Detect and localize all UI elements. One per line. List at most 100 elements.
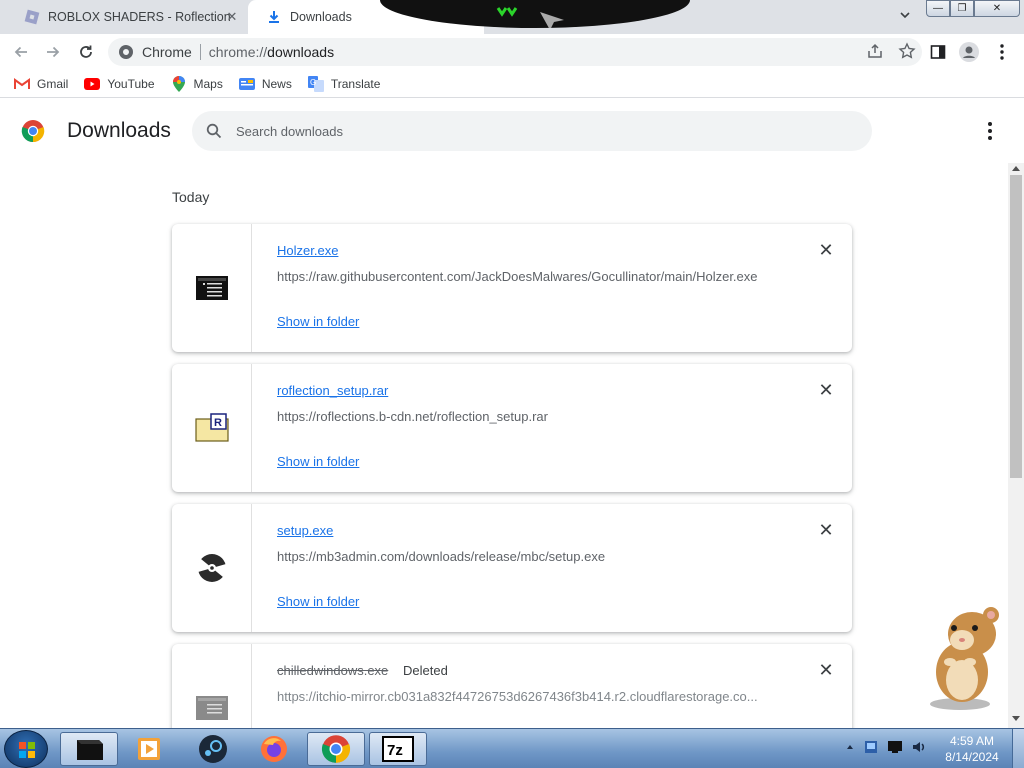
chrome-site-icon: [119, 45, 133, 59]
side-panel-icon[interactable]: [928, 42, 948, 62]
translate-icon: G: [307, 75, 324, 92]
scroll-thumb[interactable]: [1010, 175, 1022, 478]
roblox-favicon-icon: [24, 9, 40, 25]
source-url[interactable]: https://roflections.b-cdn.net/roflection…: [277, 409, 548, 424]
taskbar-firefox-app[interactable]: [245, 732, 303, 766]
downloads-list: Today Holzer.exe https://raw.githubuserc…: [0, 163, 1008, 728]
address-bar[interactable]: Chrome chrome://downloads: [108, 38, 922, 66]
back-button[interactable]: [8, 39, 34, 65]
bookmark-label: Maps: [193, 76, 223, 91]
news-icon: [238, 76, 255, 92]
taskbar-7zip-app[interactable]: 7z: [369, 732, 427, 766]
source-url[interactable]: https://raw.githubusercontent.com/JackDo…: [277, 269, 758, 284]
gmail-icon: [14, 76, 30, 92]
search-downloads-box[interactable]: [192, 111, 872, 151]
clock-time: 4:59 AM: [949, 734, 995, 748]
download-item: setup.exe https://mb3admin.com/downloads…: [172, 504, 852, 632]
green-eyes-graphic: [496, 7, 564, 30]
bookmark-news[interactable]: News: [238, 76, 292, 92]
chrome-menu-icon[interactable]: [992, 42, 1012, 62]
terminal-app-icon: [77, 740, 103, 760]
share-icon[interactable]: [866, 42, 884, 60]
page-title: Downloads: [67, 119, 171, 142]
bookmark-youtube[interactable]: YouTube: [84, 76, 155, 92]
tab-search-chevron-icon[interactable]: [896, 8, 914, 26]
tab-roblox-shaders[interactable]: ROBLOX SHADERS - Roflection ✕: [6, 0, 246, 34]
url-prefix: chrome://: [208, 44, 268, 60]
maps-icon: [171, 75, 187, 92]
clock-date: 8/14/2024: [945, 750, 999, 764]
tab-strip: ROBLOX SHADERS - Roflection ✕ Downloads …: [0, 0, 1024, 34]
page-scrollbar[interactable]: [1008, 163, 1024, 728]
download-icon: [269, 11, 279, 23]
show-in-folder-link[interactable]: Show in folder: [277, 594, 359, 609]
file-name-link[interactable]: Holzer.exe: [277, 243, 338, 258]
volume-icon[interactable]: [911, 739, 927, 755]
minimize-button[interactable]: —: [926, 0, 950, 17]
youtube-icon: [84, 76, 101, 92]
exe-file-icon: [195, 696, 228, 720]
disc-setup-icon: [196, 554, 227, 582]
show-in-folder-link[interactable]: Show in folder: [277, 454, 359, 469]
bookmark-label: Gmail: [37, 76, 69, 91]
browser-toolbar: Chrome chrome://downloads: [0, 34, 1024, 70]
file-icon-column: [172, 504, 252, 632]
window-controls: — ❐ ✕: [926, 0, 1022, 18]
network-status-icon[interactable]: [863, 739, 879, 755]
source-url[interactable]: https://mb3admin.com/downloads/release/m…: [277, 549, 605, 564]
taskbar-terminal-app[interactable]: [60, 732, 118, 766]
bookmark-gmail[interactable]: Gmail: [14, 76, 68, 92]
steam-icon: [199, 735, 227, 763]
source-url[interactable]: https://itchio-mirror.cb031a832f44726753…: [277, 689, 758, 704]
file-name-link[interactable]: setup.exe: [277, 523, 333, 538]
file-name-link[interactable]: roflection_setup.rar: [277, 383, 388, 398]
firefox-icon: [261, 736, 287, 762]
bookmarks-bar: Gmail YouTube Maps News G Translate: [0, 70, 1024, 98]
start-button[interactable]: [4, 730, 48, 768]
show-hidden-icons-icon[interactable]: [845, 742, 855, 752]
downloads-menu-icon[interactable]: [980, 121, 1000, 141]
bookmark-label: News: [261, 76, 292, 91]
display-icon[interactable]: [887, 739, 903, 755]
remove-item-icon[interactable]: ✕: [817, 381, 835, 399]
bookmark-label: YouTube: [107, 76, 155, 91]
exe-file-icon: [195, 276, 228, 300]
bookmark-translate[interactable]: G Translate: [307, 75, 381, 92]
close-window-button[interactable]: ✕: [974, 0, 1020, 17]
remove-item-icon[interactable]: ✕: [817, 661, 835, 679]
show-in-folder-link[interactable]: Show in folder: [277, 314, 359, 329]
reload-icon: [80, 45, 92, 58]
close-tab-icon[interactable]: ✕: [224, 9, 240, 25]
taskbar-media-player-app[interactable]: [120, 732, 178, 766]
reload-button[interactable]: [73, 39, 99, 65]
taskbar-steam-app[interactable]: [184, 732, 242, 766]
file-name-deleted: chilledwindows.exe: [277, 663, 389, 678]
download-item: R roflection_setup.rar https://roflectio…: [172, 364, 852, 492]
hamster-desktop-pet: [930, 607, 999, 710]
svg-text:G: G: [310, 78, 316, 87]
taskbar-chrome-app[interactable]: [307, 732, 365, 766]
bookmark-label: Translate: [330, 76, 381, 91]
tab-title: ROBLOX SHADERS - Roflection: [48, 10, 231, 24]
bookmark-star-icon[interactable]: [898, 42, 916, 60]
media-player-icon: [138, 738, 160, 760]
site-label: Chrome: [142, 44, 192, 60]
remove-item-icon[interactable]: ✕: [817, 521, 835, 539]
remove-item-icon[interactable]: ✕: [817, 241, 835, 259]
windows-taskbar: 7z 4:59 AM 8/14/2024: [0, 728, 1024, 768]
search-input[interactable]: [236, 123, 836, 139]
rar-archive-icon: R: [194, 413, 229, 442]
back-arrow-icon: [14, 46, 27, 58]
bookmark-maps[interactable]: Maps: [171, 75, 223, 92]
chrome-app-icon: [321, 735, 351, 763]
taskbar-clock[interactable]: 4:59 AM 8/14/2024: [936, 733, 1008, 765]
profile-avatar-icon[interactable]: [959, 42, 979, 62]
scroll-up-icon[interactable]: [1012, 166, 1020, 171]
file-icon-column: [172, 224, 252, 352]
maximize-button[interactable]: ❐: [950, 0, 974, 17]
show-desktop-button[interactable]: [1012, 729, 1024, 768]
tab-title: Downloads: [290, 10, 352, 24]
scroll-down-icon[interactable]: [1012, 716, 1020, 721]
chrome-logo-icon: [21, 120, 45, 143]
forward-button[interactable]: [40, 39, 66, 65]
